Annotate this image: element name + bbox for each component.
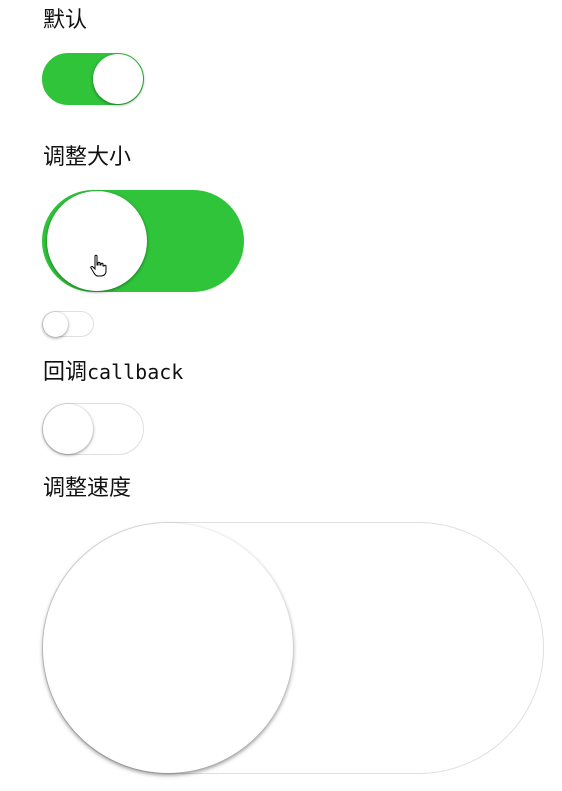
speed-toggle-switch[interactable] xyxy=(42,522,544,774)
toggle-knob[interactable] xyxy=(93,54,143,104)
section-title-speed: 调整速度 xyxy=(43,476,132,501)
callback-label-code: callback xyxy=(87,360,184,384)
section-title-callback: 回调callback xyxy=(43,359,183,386)
callback-toggle-switch[interactable] xyxy=(42,403,144,455)
small-toggle-switch[interactable] xyxy=(42,311,94,337)
section-title-resize: 调整大小 xyxy=(43,145,132,170)
large-toggle-switch[interactable] xyxy=(42,190,244,292)
section-title-default: 默认 xyxy=(43,8,88,33)
toggle-knob[interactable] xyxy=(43,312,68,337)
default-toggle-switch[interactable] xyxy=(42,53,144,105)
callback-label-prefix: 回调 xyxy=(43,360,88,385)
toggle-knob[interactable] xyxy=(43,523,293,773)
hand-pointer-icon xyxy=(90,254,107,277)
toggle-knob[interactable] xyxy=(43,404,93,454)
